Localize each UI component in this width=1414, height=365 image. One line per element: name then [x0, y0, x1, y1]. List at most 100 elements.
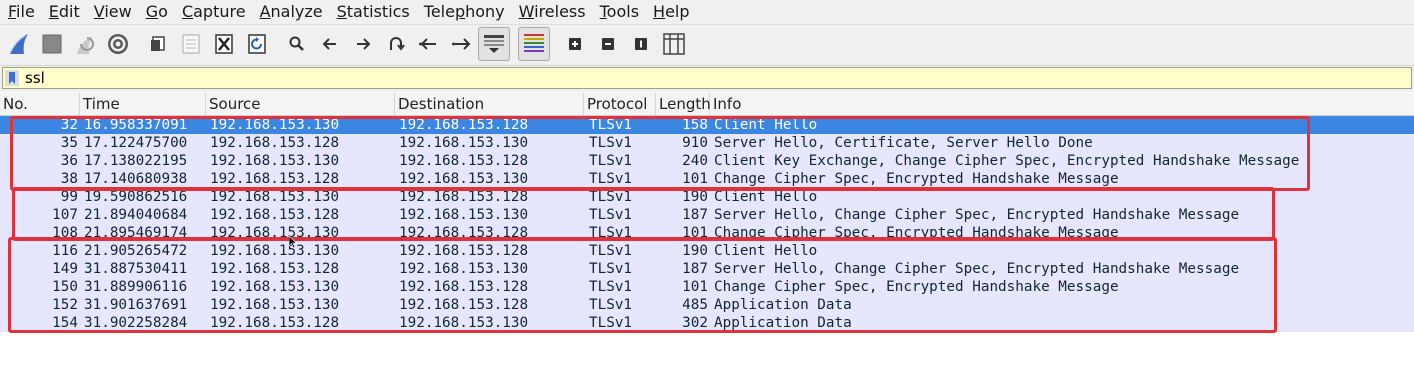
- last-packet-button[interactable]: [447, 29, 477, 59]
- close-file-icon: [215, 34, 233, 54]
- column-header-no[interactable]: No.: [0, 93, 80, 115]
- mouse-cursor-icon: [289, 236, 297, 248]
- cell-destination: 192.168.153.128: [399, 279, 529, 295]
- main-toolbar: [0, 25, 1414, 66]
- cell-destination: 192.168.153.128: [399, 189, 529, 205]
- cell-source: 192.168.153.128: [210, 261, 340, 277]
- restart-capture-button[interactable]: [70, 29, 100, 59]
- cell-time: 19.590862516: [84, 189, 188, 205]
- normal-size-button[interactable]: [626, 29, 656, 59]
- column-header-source[interactable]: Source: [206, 93, 395, 115]
- stop-capture-button[interactable]: [37, 29, 67, 59]
- go-to-packet-button[interactable]: [381, 29, 411, 59]
- menu-wireless[interactable]: Wireless: [511, 0, 592, 24]
- menu-go-mnemonic: G: [145, 2, 159, 21]
- cell-length: 158: [682, 117, 708, 133]
- menu-view[interactable]: View: [86, 0, 138, 24]
- reload-file-icon: [248, 34, 266, 54]
- restart-icon: [77, 36, 94, 54]
- display-filter-input[interactable]: ssl: [2, 67, 1412, 89]
- cell-info: Application Data: [714, 315, 852, 331]
- cell-protocol: TLSv1: [589, 117, 633, 133]
- find-packet-button[interactable]: [282, 29, 312, 59]
- menu-statistics-label: tatistics: [346, 2, 410, 21]
- first-packet-button[interactable]: [414, 29, 444, 59]
- cell-source: 192.168.153.128: [210, 171, 340, 187]
- cell-protocol: TLSv1: [589, 243, 633, 259]
- cell-no: 149: [52, 261, 78, 277]
- normal-size-icon: [635, 38, 647, 50]
- cell-info: Change Cipher Spec, Encrypted Handshake …: [714, 225, 1119, 241]
- close-file-button[interactable]: [209, 29, 239, 59]
- cell-time: 31.902258284: [84, 315, 188, 331]
- cell-time: 17.140680938: [84, 171, 188, 187]
- column-header-protocol[interactable]: Protocol: [584, 93, 656, 115]
- menu-telephony[interactable]: Telephony: [416, 0, 511, 24]
- packet-row[interactable]: 99 19.590862516 192.168.153.130 192.168.153…: [0, 188, 1414, 206]
- packet-row[interactable]: 32 16.958337091 192.168.153.130 192.168.153…: [0, 116, 1414, 134]
- cell-destination: 192.168.153.130: [399, 261, 529, 277]
- stop-icon: [42, 34, 62, 54]
- column-header-length[interactable]: Length: [656, 93, 711, 115]
- cell-time: 17.122475700: [84, 135, 188, 151]
- cell-destination: 192.168.153.128: [399, 243, 529, 259]
- reload-file-button[interactable]: [242, 29, 272, 59]
- packet-row[interactable]: 36 17.138022195 192.168.153.130 192.168.153…: [0, 152, 1414, 170]
- cell-source: 192.168.153.130: [210, 189, 340, 205]
- cell-length: 910: [682, 135, 708, 151]
- menu-capture-mnemonic: C: [181, 2, 194, 21]
- go-to-packet-icon: [390, 37, 405, 51]
- cell-info: Client Hello: [714, 189, 818, 205]
- start-capture-button[interactable]: [4, 29, 34, 59]
- cell-length: 240: [682, 153, 708, 169]
- packet-row[interactable]: 152 31.901637691 192.168.153.130 192.168.15…: [0, 296, 1414, 314]
- column-header-info[interactable]: Info: [710, 93, 1414, 115]
- zoom-out-button[interactable]: [593, 29, 623, 59]
- menu-statistics[interactable]: Statistics: [329, 0, 416, 24]
- menu-go[interactable]: Go: [138, 0, 174, 24]
- menu-file[interactable]: File: [0, 0, 41, 24]
- resize-columns-button[interactable]: [659, 29, 689, 59]
- cell-no: 150: [52, 279, 78, 295]
- autoscroll-icon: [484, 35, 504, 53]
- menu-help-mnemonic: H: [653, 2, 666, 21]
- cell-protocol: TLSv1: [589, 279, 633, 295]
- packet-row[interactable]: 116 21.905265472 192.168.153.130 192.168.15…: [0, 242, 1414, 260]
- open-file-button[interactable]: [143, 29, 173, 59]
- packet-row[interactable]: 154 31.902258284 192.168.153.128 192.168.15…: [0, 314, 1414, 332]
- cell-destination: 192.168.153.128: [399, 225, 529, 241]
- cell-destination: 192.168.153.130: [399, 171, 529, 187]
- capture-options-button[interactable]: [103, 29, 133, 59]
- bookmark-icon[interactable]: [5, 70, 19, 86]
- menu-analyze-label: nalyze: [270, 2, 323, 21]
- packet-row[interactable]: 35 17.122475700 192.168.153.128 192.168.153…: [0, 134, 1414, 152]
- go-forward-button[interactable]: [348, 29, 378, 59]
- packet-row[interactable]: 38 17.140680938 192.168.153.128 192.168.153…: [0, 170, 1414, 188]
- save-file-button[interactable]: [176, 29, 206, 59]
- menu-capture[interactable]: Capture: [174, 0, 252, 24]
- zoom-in-button[interactable]: [560, 29, 590, 59]
- menu-analyze[interactable]: Analyze: [252, 0, 329, 24]
- menu-tools[interactable]: Tools: [592, 0, 645, 24]
- menu-file-label: ile: [16, 2, 35, 21]
- cell-info: Client Hello: [714, 117, 818, 133]
- shark-fin-icon: [9, 34, 28, 55]
- autoscroll-button[interactable]: [478, 27, 510, 61]
- cell-protocol: TLSv1: [589, 171, 633, 187]
- cell-length: 302: [682, 315, 708, 331]
- menu-help-label: elp: [665, 2, 690, 21]
- cell-protocol: TLSv1: [589, 189, 633, 205]
- packet-row[interactable]: 108 21.895469174 192.168.153.130 192.168.15…: [0, 224, 1414, 242]
- menu-statistics-mnemonic: S: [336, 2, 347, 21]
- menu-edit[interactable]: Edit: [41, 0, 86, 24]
- packet-row[interactable]: 149 31.887530411 192.168.153.128 192.168.15…: [0, 260, 1414, 278]
- colorize-button[interactable]: [518, 27, 550, 61]
- cell-protocol: TLSv1: [589, 135, 633, 151]
- go-back-button[interactable]: [315, 29, 345, 59]
- cell-time: 31.901637691: [84, 297, 188, 313]
- column-header-time[interactable]: Time: [80, 93, 206, 115]
- menu-help[interactable]: Help: [645, 0, 695, 24]
- packet-row[interactable]: 107 21.894040684 192.168.153.128 192.168.15…: [0, 206, 1414, 224]
- packet-row[interactable]: 150 31.889906116 192.168.153.130 192.168.15…: [0, 278, 1414, 296]
- column-header-destination[interactable]: Destination: [395, 93, 584, 115]
